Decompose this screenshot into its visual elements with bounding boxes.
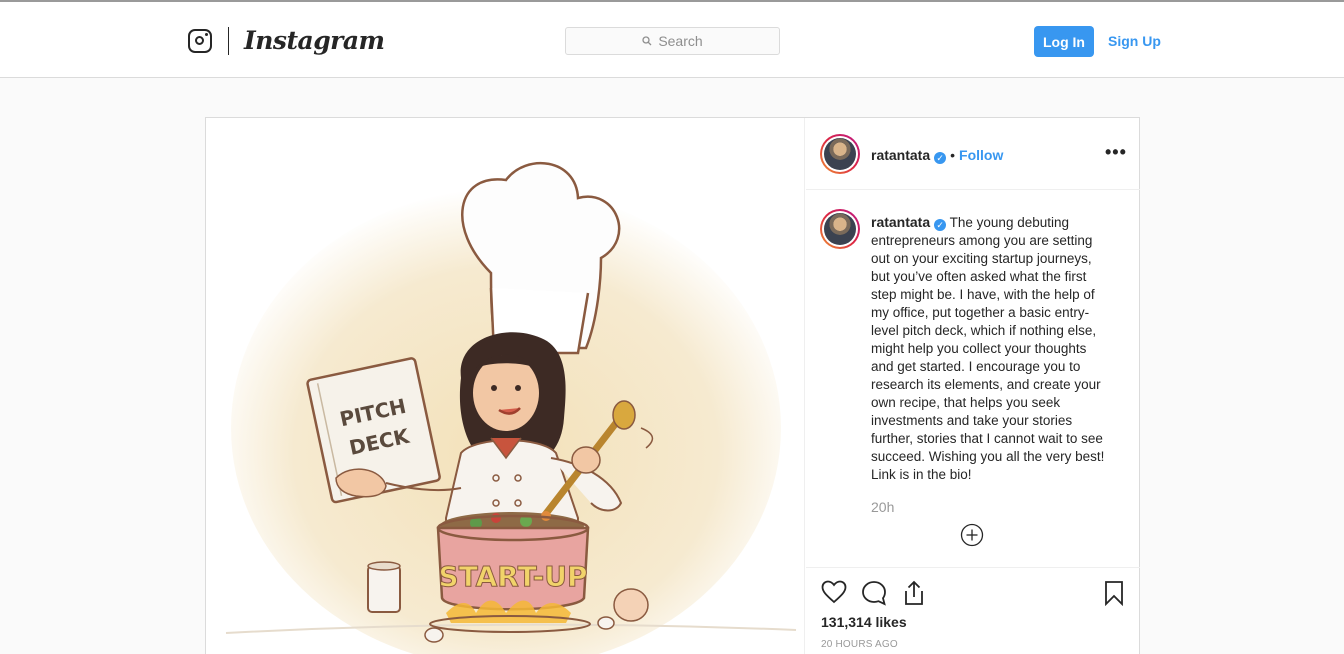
share-icon[interactable] xyxy=(902,580,926,606)
caption-text: The young debuting entrepreneurs among y… xyxy=(871,215,1105,482)
caption-avatar[interactable] xyxy=(820,209,860,249)
top-navbar: Instagram Search Log In Sign Up xyxy=(0,2,1344,78)
search-placeholder: Search xyxy=(658,33,703,49)
caption-verified-badge-icon: ✓ xyxy=(934,219,947,231)
post-actions: 131,314 likes 20 HOURS AGO xyxy=(806,567,1140,654)
comments-area: ratantata ✓ The young debuting entreprene… xyxy=(806,191,1140,566)
logo-divider xyxy=(228,27,229,55)
comment-icon[interactable] xyxy=(861,580,887,606)
post-image[interactable]: PITCH DECK START-UP xyxy=(206,118,805,654)
post-header-info: ratantata ✓ • Follow xyxy=(871,147,1003,164)
instagram-glyph-icon[interactable] xyxy=(188,29,212,53)
separator-dot: • xyxy=(950,147,956,163)
likes-count[interactable]: 131,314 likes xyxy=(821,614,907,630)
login-button[interactable]: Log In xyxy=(1034,26,1094,57)
avatar[interactable] xyxy=(820,134,860,174)
search-icon xyxy=(642,36,652,46)
instagram-wordmark[interactable]: Instagram xyxy=(244,26,385,55)
pot-text: START-UP xyxy=(439,560,588,593)
chef-startup-illustration: PITCH DECK START-UP xyxy=(225,161,797,654)
post-header: ratantata ✓ • Follow ••• xyxy=(806,118,1140,190)
plus-circle-icon[interactable] xyxy=(960,523,984,552)
post-card: PITCH DECK START-UP ratantata ✓ • Follow… xyxy=(205,117,1140,654)
post-timestamp[interactable]: 20 HOURS AGO xyxy=(821,639,898,650)
author-username[interactable]: ratantata xyxy=(871,147,930,163)
verified-badge-icon: ✓ xyxy=(934,152,947,164)
bookmark-icon[interactable] xyxy=(1104,580,1124,606)
more-options-icon[interactable]: ••• xyxy=(1105,142,1127,163)
follow-button[interactable]: Follow xyxy=(959,147,1003,163)
search-input[interactable]: Search xyxy=(565,27,780,55)
post-caption: ratantata ✓ The young debuting entreprene… xyxy=(871,213,1111,484)
post-sidebar: ratantata ✓ • Follow ••• ratantata ✓ The you… xyxy=(806,118,1140,654)
caption-time[interactable]: 20h xyxy=(871,499,894,515)
signup-link[interactable]: Sign Up xyxy=(1108,33,1161,49)
heart-icon[interactable] xyxy=(821,580,847,604)
caption-author[interactable]: ratantata xyxy=(871,214,930,230)
